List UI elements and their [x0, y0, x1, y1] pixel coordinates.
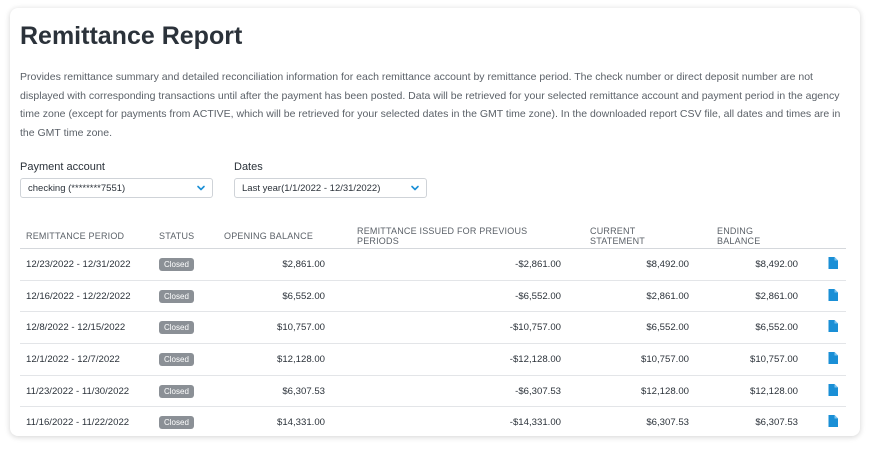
- payment-account-select[interactable]: checking (********7551): [20, 178, 213, 198]
- document-icon[interactable]: [828, 351, 838, 364]
- status-badge: Closed: [159, 321, 194, 335]
- status-badge: Closed: [159, 289, 194, 303]
- status-badge: Closed: [159, 352, 194, 366]
- remittance-period-cell: 12/8/2022 - 12/15/2022: [20, 311, 153, 345]
- table-header-row: REMITTANCE PERIOD STATUS OPENING BALANCE…: [20, 223, 846, 249]
- header-current-statement: CURRENT STATEMENT: [561, 223, 689, 249]
- document-icon[interactable]: [828, 415, 838, 428]
- status-badge: Closed: [159, 257, 194, 271]
- table-row: 11/23/2022 - 11/30/2022 Closed $6,307.53…: [20, 375, 846, 408]
- dates-label: Dates: [234, 161, 263, 173]
- document-icon[interactable]: [828, 256, 838, 269]
- ending-balance-cell: $10,757.00: [689, 343, 798, 376]
- header-previous-periods: REMITTANCE ISSUED FOR PREVIOUS PERIODS: [325, 223, 561, 249]
- status-cell: Closed: [153, 311, 218, 345]
- status-badge: Closed: [159, 384, 194, 398]
- ending-balance-cell: $12,128.00: [689, 375, 798, 408]
- chevron-down-icon: [411, 185, 419, 191]
- status-cell: Closed: [153, 407, 218, 436]
- current-statement-cell: $10,757.00: [561, 343, 689, 376]
- document-icon[interactable]: [828, 288, 838, 301]
- document-icon[interactable]: [828, 320, 838, 333]
- download-cell: [798, 407, 846, 436]
- status-cell: Closed: [153, 375, 218, 408]
- header-status: STATUS: [153, 223, 218, 249]
- opening-balance-cell: $14,331.00: [276, 417, 325, 429]
- previous-periods-cell: -$6,552.00: [325, 280, 561, 313]
- download-cell: [798, 311, 846, 345]
- download-cell: [798, 375, 846, 408]
- remittance-period-cell: 11/16/2022 - 11/22/2022: [26, 417, 130, 429]
- remittance-period-cell: 12/1/2022 - 12/7/2022: [20, 343, 153, 376]
- chevron-down-icon: [197, 185, 205, 191]
- previous-periods-cell: -$2,861.00: [325, 248, 561, 281]
- opening-balance-cell: $6,307.53: [218, 375, 325, 408]
- header-ending-balance: ENDING BALANCE: [689, 223, 798, 249]
- current-statement-cell: $2,861.00: [561, 280, 689, 313]
- report-card: Remittance Report Provides remittance su…: [10, 8, 860, 436]
- page-title: Remittance Report: [20, 22, 243, 50]
- header-remittance-period: REMITTANCE PERIOD: [20, 223, 153, 249]
- ending-balance-cell: $6,552.00: [689, 311, 798, 345]
- table-row: 12/16/2022 - 12/22/2022 Closed $6,552.00…: [20, 280, 846, 313]
- table-row: 12/8/2022 - 12/15/2022 Closed $10,757.00…: [20, 311, 846, 345]
- current-statement-cell: $6,552.00: [561, 311, 689, 345]
- status-cell: Closed: [153, 280, 218, 313]
- remittance-period-cell: 12/23/2022 - 12/31/2022: [20, 248, 153, 281]
- download-cell: [798, 248, 846, 281]
- previous-periods-cell: -$14,331.00: [509, 417, 561, 429]
- opening-balance-cell: $12,128.00: [218, 343, 325, 376]
- ending-balance-cell: $2,861.00: [689, 280, 798, 313]
- dates-value: Last year(1/1/2022 - 12/31/2022): [242, 182, 381, 194]
- opening-balance-cell: $10,757.00: [218, 311, 325, 345]
- opening-balance-cell: $6,552.00: [218, 280, 325, 313]
- remittance-period-cell: 11/23/2022 - 11/30/2022: [20, 375, 153, 408]
- document-icon[interactable]: [828, 383, 838, 396]
- remittance-table: REMITTANCE PERIOD STATUS OPENING BALANCE…: [20, 223, 846, 436]
- status-cell: Closed: [153, 343, 218, 376]
- current-statement-cell: $8,492.00: [561, 248, 689, 281]
- table-row: 11/16/2022 - 11/22/2022 Closed $14,331.0…: [20, 407, 846, 436]
- opening-balance-cell: $2,861.00: [218, 248, 325, 281]
- payment-account-value: checking (********7551): [28, 182, 126, 194]
- download-cell: [798, 343, 846, 376]
- table-row: 12/1/2022 - 12/7/2022 Closed $12,128.00 …: [20, 343, 846, 376]
- status-cell: Closed: [153, 248, 218, 281]
- page-description: Provides remittance summary and detailed…: [20, 71, 841, 139]
- payment-account-label: Payment account: [20, 161, 105, 173]
- current-statement-cell: $12,128.00: [561, 375, 689, 408]
- previous-periods-cell: -$10,757.00: [325, 311, 561, 345]
- current-statement-cell: $6,307.53: [646, 417, 689, 429]
- header-actions: [798, 223, 846, 249]
- previous-periods-cell: -$6,307.53: [325, 375, 561, 408]
- download-cell: [798, 280, 846, 313]
- header-opening-balance: OPENING BALANCE: [218, 223, 325, 249]
- ending-balance-cell: $6,307.53: [755, 417, 798, 429]
- dates-select[interactable]: Last year(1/1/2022 - 12/31/2022): [234, 178, 427, 198]
- remittance-period-cell: 12/16/2022 - 12/22/2022: [20, 280, 153, 313]
- table-row: 12/23/2022 - 12/31/2022 Closed $2,861.00…: [20, 248, 846, 281]
- ending-balance-cell: $8,492.00: [689, 248, 798, 281]
- status-badge: Closed: [159, 416, 194, 430]
- previous-periods-cell: -$12,128.00: [325, 343, 561, 376]
